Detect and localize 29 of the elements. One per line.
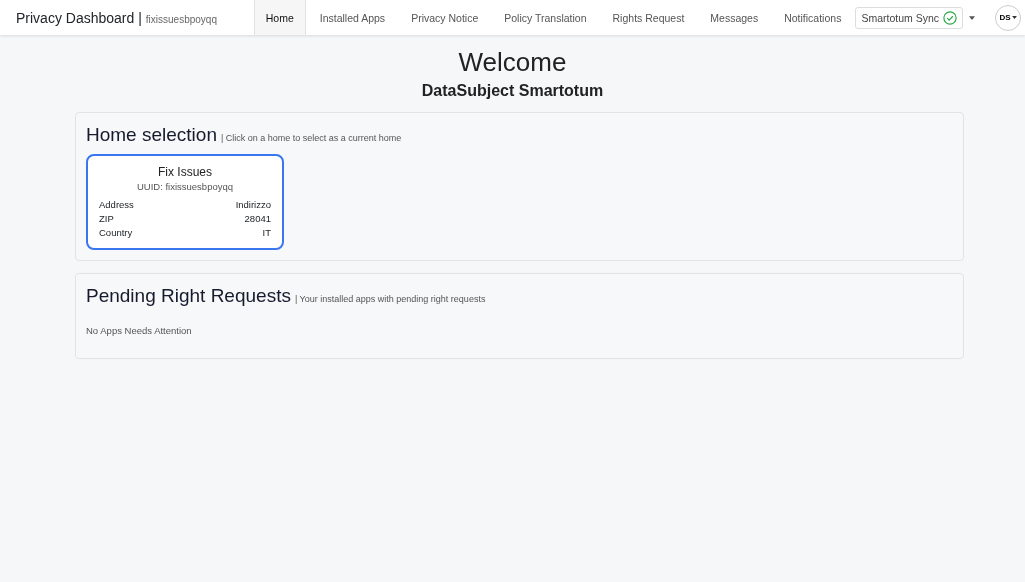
field-value: Indirizzo bbox=[235, 198, 271, 212]
caret-icon[interactable] bbox=[969, 15, 975, 20]
nav-tab[interactable]: Home bbox=[253, 0, 306, 35]
section-hint: | Click on a home to select as a current home bbox=[220, 133, 402, 143]
nav-tab[interactable]: Notifications bbox=[772, 0, 854, 35]
nav-tab[interactable]: Policy Translation bbox=[492, 0, 599, 35]
user-name: DataSubject Smartotum bbox=[420, 82, 605, 100]
nav-tab[interactable]: Installed Apps bbox=[307, 0, 398, 35]
sync-button[interactable]: Smartotum Sync bbox=[855, 6, 963, 29]
section-title: Home selection bbox=[86, 124, 217, 146]
field-value: IT bbox=[262, 226, 271, 240]
home-uuid: UUID: fixissuesbpoyqq bbox=[135, 181, 235, 192]
field-label: Address bbox=[99, 198, 134, 212]
user-menu-button[interactable]: DS bbox=[995, 4, 1021, 31]
section-hint: | Your installed apps with pending right requests bbox=[294, 294, 486, 304]
home-name: fixissuesbpoyqq bbox=[145, 13, 217, 25]
section-title: Pending Right Requests bbox=[86, 285, 291, 307]
nav-tab[interactable]: Messages bbox=[698, 0, 771, 35]
app-title[interactable]: Privacy Dashboard | bbox=[16, 9, 142, 26]
caret-icon bbox=[1011, 16, 1017, 19]
welcome-title: Welcome bbox=[457, 47, 568, 78]
field-label: ZIP bbox=[99, 212, 114, 226]
home-card[interactable]: Fix Issues UUID: fixissuesbpoyqq Address Indirizzo ZIP 28041 Country IT bbox=[86, 154, 284, 250]
field-label: Country bbox=[99, 226, 133, 240]
home-title: Fix Issues bbox=[157, 165, 213, 179]
field-value: 28041 bbox=[244, 212, 271, 226]
nav-tab[interactable]: Privacy Notice bbox=[399, 0, 491, 35]
empty-message: No Apps Needs Attention bbox=[86, 325, 193, 336]
nav-tab[interactable]: Rights Request bbox=[600, 0, 697, 35]
